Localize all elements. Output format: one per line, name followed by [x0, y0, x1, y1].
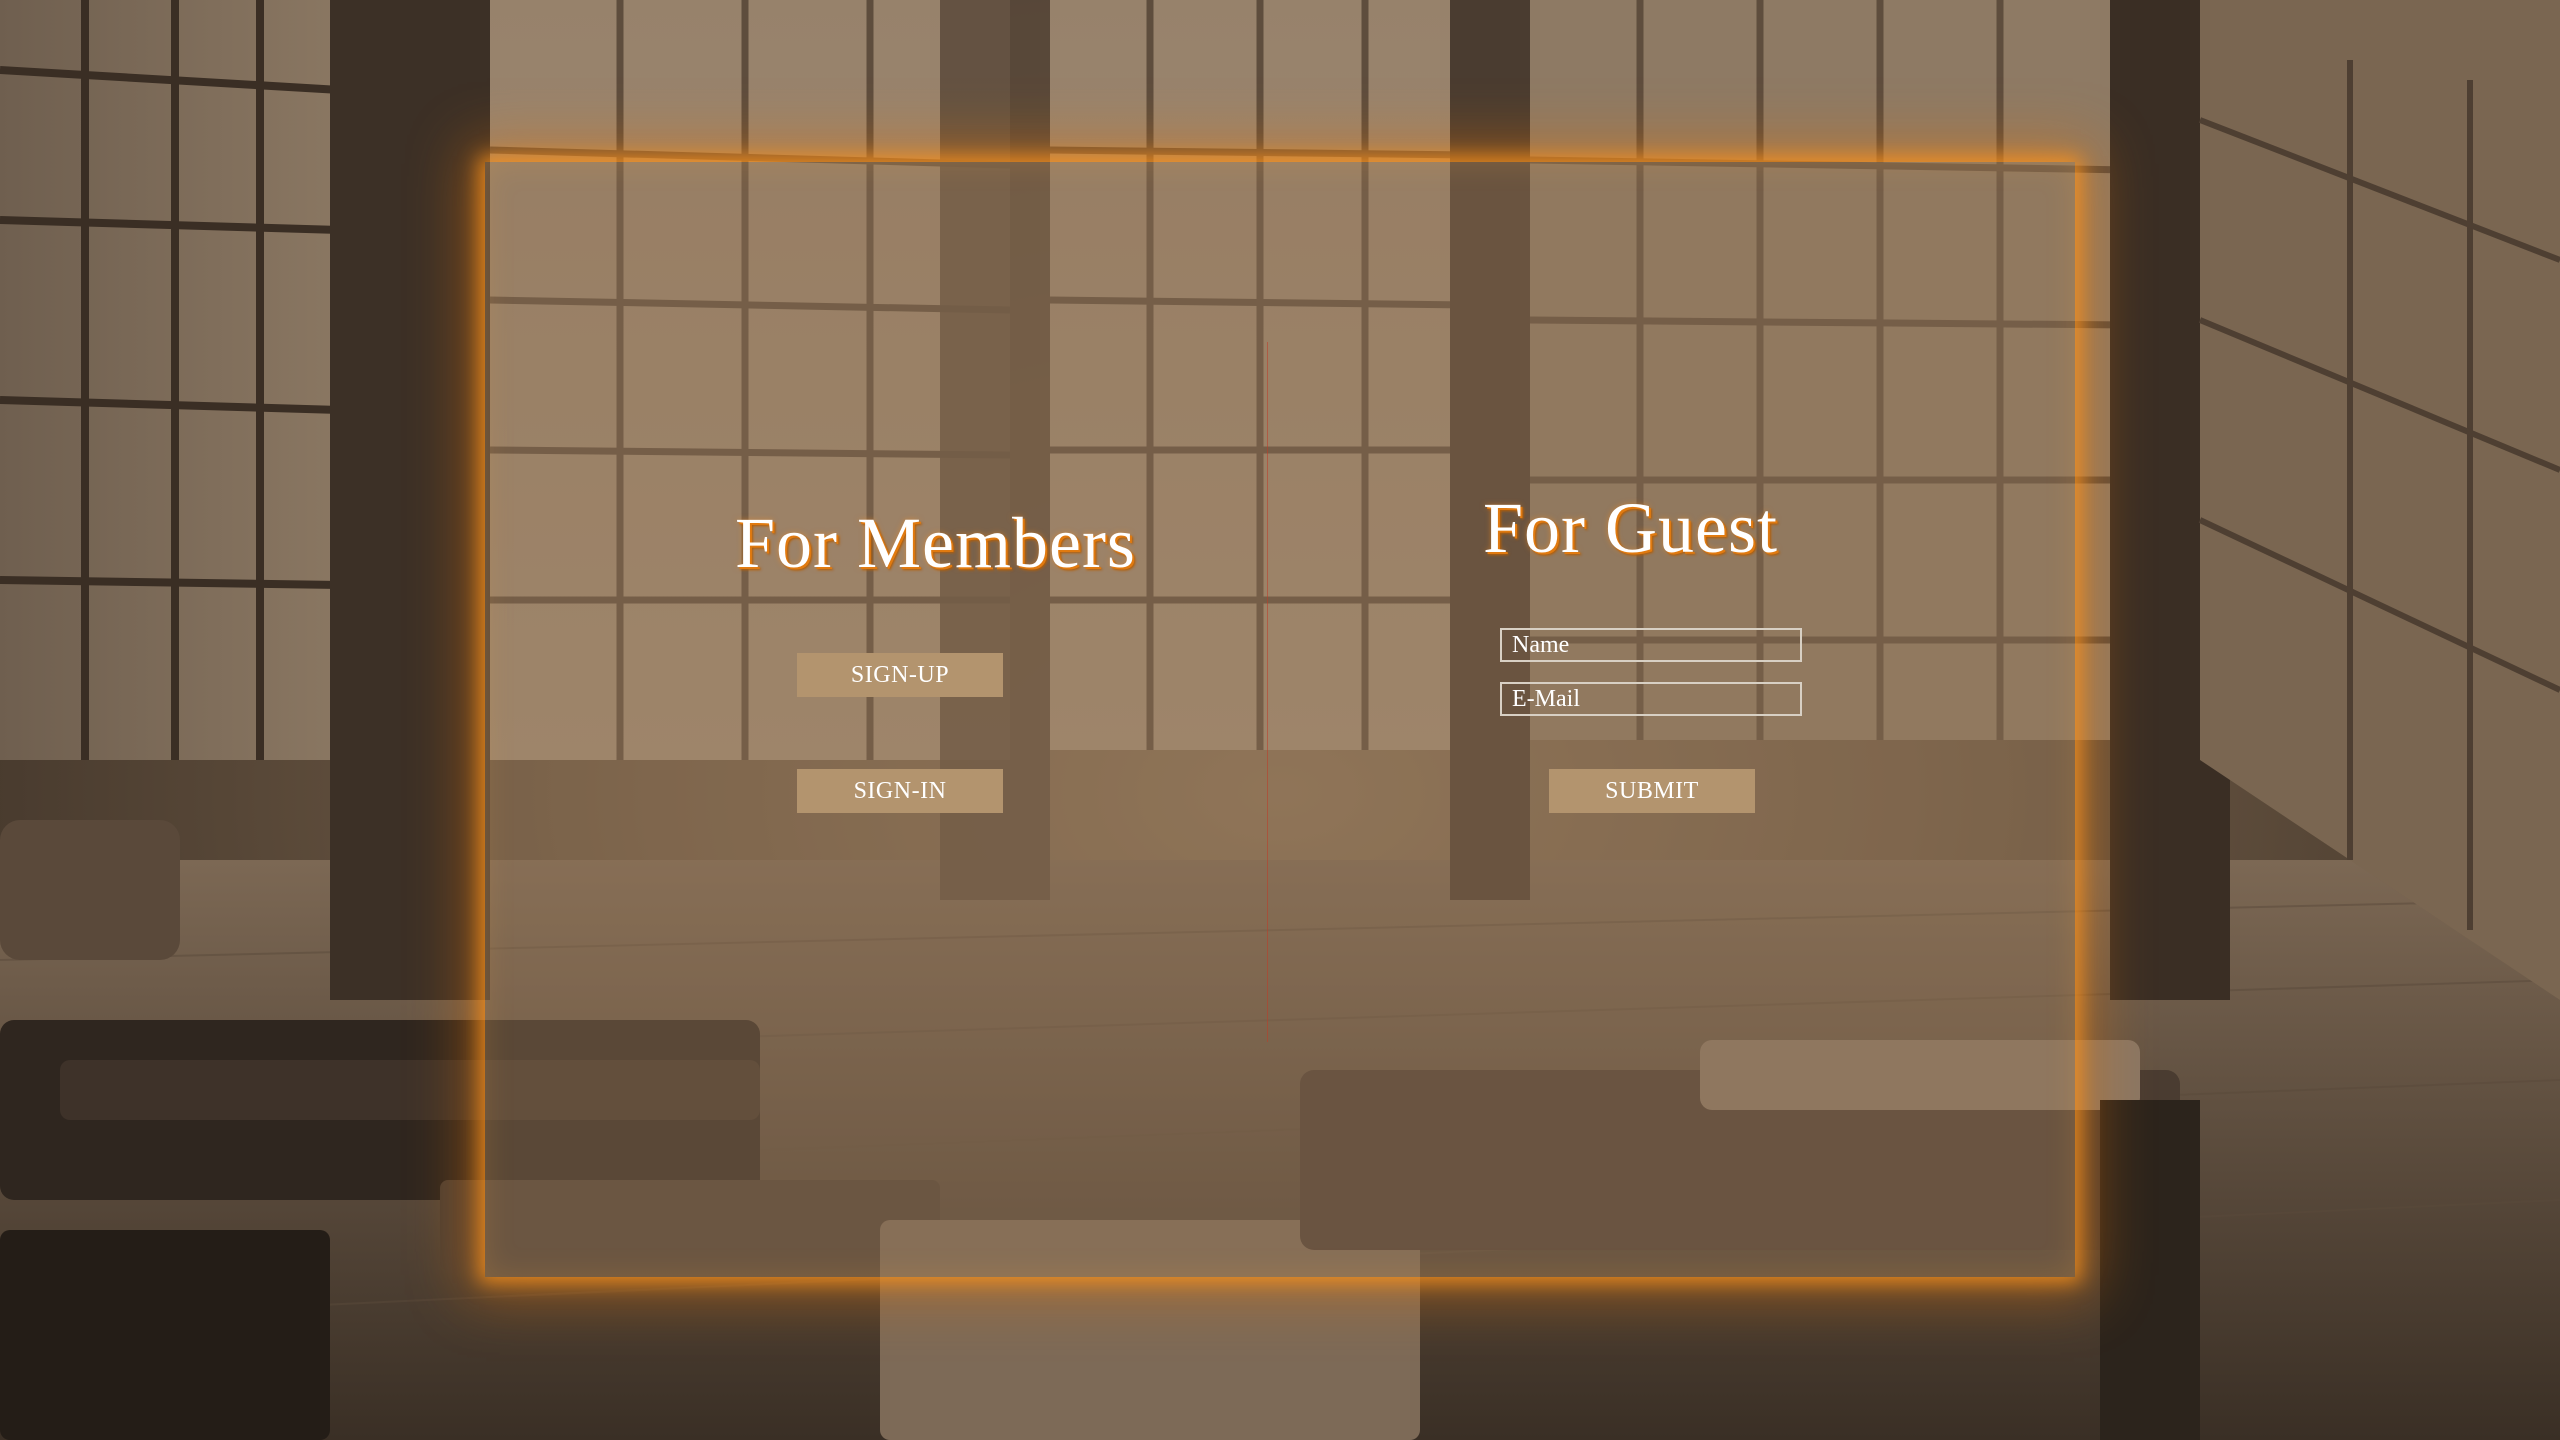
submit-button[interactable]: SUBMIT	[1549, 769, 1755, 813]
email-input[interactable]	[1502, 684, 1800, 714]
email-field	[1500, 682, 1802, 716]
section-divider	[1267, 342, 1268, 1042]
name-input[interactable]	[1502, 630, 1800, 660]
members-heading: For Members	[735, 503, 1136, 583]
login-panel: For Members SIGN-UP SIGN-IN For Guest SU…	[485, 162, 2075, 1277]
guest-heading: For Guest	[1483, 488, 1778, 568]
sign-in-button[interactable]: SIGN-IN	[797, 769, 1003, 813]
sign-up-button[interactable]: SIGN-UP	[797, 653, 1003, 697]
name-field	[1500, 628, 1802, 662]
